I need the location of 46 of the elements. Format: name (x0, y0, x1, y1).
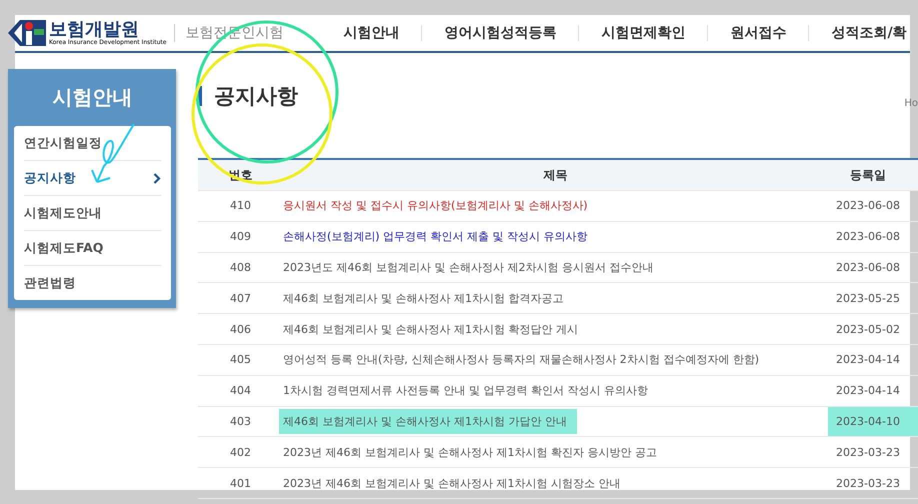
nav-link[interactable]: 성적조회/확 (808, 25, 918, 41)
post-title-link[interactable]: 제46회 보험계리사 및 손해사정사 제1차시험 가답안 안내 (283, 414, 567, 428)
sidebar-item[interactable]: 시험제도안내 (24, 196, 161, 231)
post-title-link[interactable]: 제46회 보험계리사 및 손해사정사 제1차시험 확정답안 게시 (283, 322, 578, 336)
post-title-link[interactable]: 손해사정(보험계리) 업무경력 확인서 제출 및 작성시 유의사항 (283, 230, 588, 244)
post-title-link[interactable]: 응시원서 작성 및 접수시 유의사항(보험계리사 및 손해사정사) (283, 199, 588, 212)
post-title-link[interactable]: 2023년 제46회 보험계리사 및 손해사정사 제1차시험 확진자 응시방안 공고 (283, 446, 657, 459)
post-number: 409 (229, 230, 252, 244)
sidebar-item[interactable]: 공지사항 (24, 161, 161, 196)
post-number: 410 (229, 199, 252, 212)
column-header: 등록일 (849, 166, 887, 184)
nav-link[interactable]: 영어시험성적등록 (421, 25, 578, 41)
post-title-link[interactable]: 영어성적 등록 안내(차량, 신체손해사정사 등록자의 재물손해사정사 2차시험 접수예정자에 한함) (283, 353, 760, 366)
post-date: 2023-03-23 (835, 444, 901, 461)
post-date: 2023-04-10 (828, 406, 918, 436)
post-title-link[interactable]: 2023년 제46회 보험계리사 및 손해사정사 제1차시험 시험장소 안내 (283, 476, 620, 490)
post-date: 2023-05-02 (835, 322, 901, 338)
post-number: 404 (229, 384, 252, 398)
post-number: 407 (229, 292, 252, 305)
post-title-link[interactable]: 1차시험 경력면제서류 사전등록 안내 및 업무경력 확인서 작성시 유의사항 (283, 384, 648, 398)
nav-link[interactable]: 시험면제확인 (578, 25, 708, 41)
chevron-right-icon (153, 172, 161, 184)
logo-text: 보험개발원 (49, 20, 139, 39)
post-number: 402 (229, 446, 252, 459)
post-date: 2023-04-14 (835, 352, 901, 368)
post-title-link[interactable]: 제46회 보험계리사 및 손해사정사 제1차시험 합격자공고 (283, 292, 564, 305)
post-date: 2023-06-08 (835, 229, 901, 246)
post-number: 406 (229, 322, 252, 336)
post-date: 2023-04-14 (835, 383, 901, 400)
post-date: 2023-06-08 (835, 260, 901, 276)
post-date: 2023-03-23 (835, 476, 901, 492)
post-title-link[interactable]: 2023년도 제46회 보험계리사 및 손해사정사 제2차시험 응시원서 접수안내 (283, 260, 654, 274)
post-date: 2023-05-25 (835, 290, 901, 307)
post-number: 401 (229, 476, 252, 490)
page-title: 공지사항 (198, 86, 298, 106)
post-number: 403 (229, 414, 252, 428)
post-number: 408 (229, 260, 252, 274)
sidebar-item[interactable]: 시험제도FAQ (24, 231, 161, 266)
nav-link[interactable]: 시험안내 (343, 25, 422, 41)
sidebar-item[interactable]: 연간시험일정 (24, 126, 161, 161)
post-date: 2023-06-08 (835, 198, 901, 214)
column-header: 제목 (542, 166, 568, 184)
nav-link[interactable]: 원서접수 (707, 25, 808, 41)
sidebar-title: 시험안내 (52, 84, 134, 111)
sidebar-item[interactable]: 관련법령 (24, 266, 161, 300)
post-number: 405 (229, 353, 252, 366)
